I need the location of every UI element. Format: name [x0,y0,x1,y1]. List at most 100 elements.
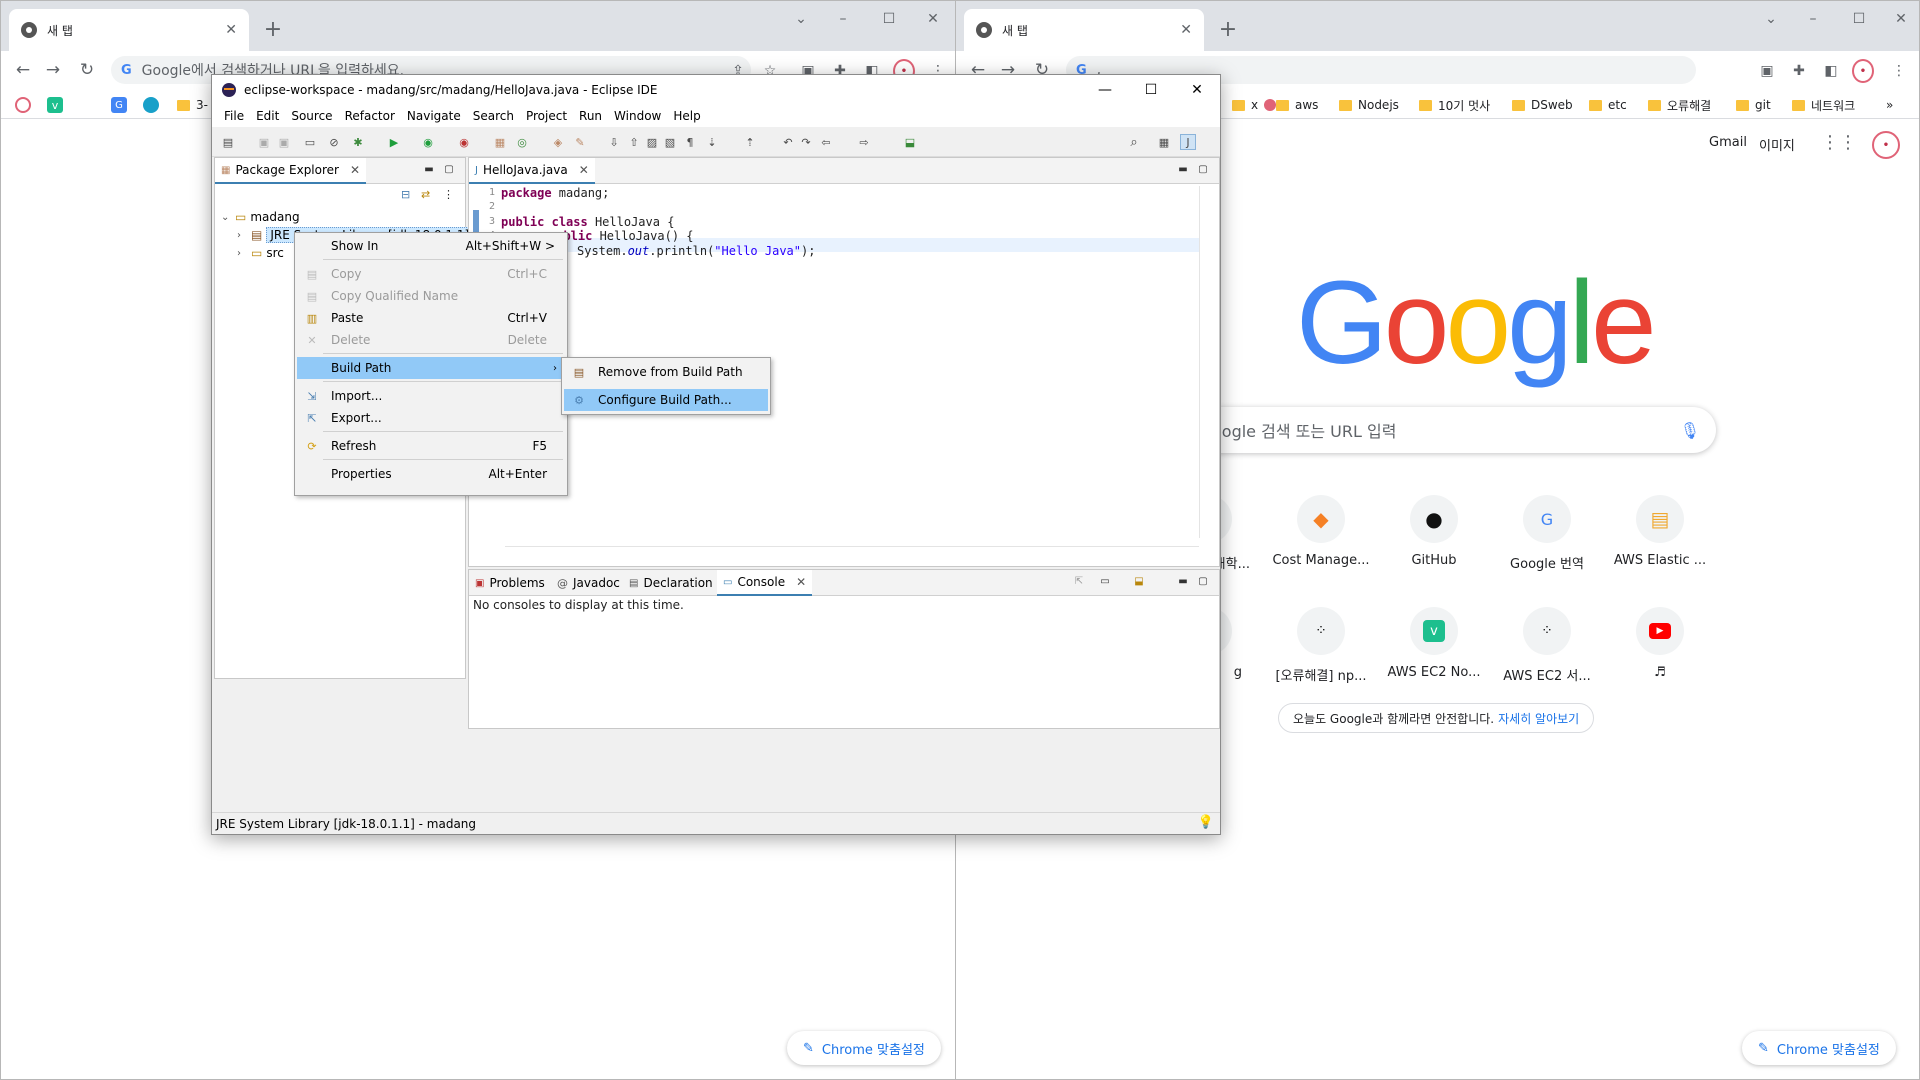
save-icon[interactable]: ▣ [256,134,272,150]
profile-avatar-large[interactable]: • [1872,131,1900,159]
search-icon[interactable]: ⌕ [1126,134,1142,150]
shortcut-tile[interactable]: ◆ Cost Manage... [1265,479,1377,591]
next-annotation-icon[interactable]: ⇣ [704,134,720,150]
redo-nav-icon[interactable]: ↷ [798,134,814,150]
tab-package-explorer[interactable]: ▦ Package Explorer ✕ [215,158,367,184]
open-console-icon[interactable]: ⬓ [1133,575,1145,587]
menu-item-remove-from-build-path[interactable]: ▤ Remove from Build Path [564,361,768,383]
new-icon[interactable]: ▤ [220,134,236,150]
save-all-icon[interactable]: ▣ [276,134,292,150]
minimize-view-icon[interactable]: ▬ [423,163,435,175]
tree-project-madang[interactable]: ⌄ ▭ madang [221,208,300,226]
toggle-mark-icon[interactable]: ▨ [644,134,660,150]
bookmark-edge-icon[interactable] [143,95,159,115]
close-tab-icon[interactable]: ✕ [1180,22,1192,38]
maximize-button[interactable]: ☐ [869,7,909,31]
link-with-editor-icon[interactable]: ⇄ [421,188,430,201]
new-tab-button[interactable]: + [1214,15,1242,43]
annotation-prev-icon[interactable]: ⇧ [626,134,642,150]
reload-button[interactable]: ↻ [73,56,101,84]
collapse-all-icon[interactable]: ⊟ [401,188,410,201]
extensions-icon[interactable]: ✚ [1788,60,1810,82]
forward-button[interactable]: → [39,56,67,84]
pin-console-icon[interactable]: ⇱ [1073,575,1085,587]
bookmark-v-icon[interactable]: v [47,95,63,115]
new-class-icon[interactable]: ◎ [514,134,530,150]
java-perspective-icon[interactable]: J [1180,134,1196,150]
shortcut-tile[interactable]: ▶ ♬ [1604,591,1716,703]
code-line-4[interactable]: public HelloJava() { [549,229,694,244]
minimize-button[interactable]: – [823,7,863,31]
bookmark-item[interactable]: x [1232,95,1277,115]
back-button[interactable]: ← [9,56,37,84]
shortcut-tile[interactable]: G Google 번역 [1491,479,1603,591]
bookmark-folder[interactable]: 오류해결 [1648,95,1711,115]
menu-edit[interactable]: Edit [250,109,285,123]
menu-item-refresh[interactable]: ⟳ Refresh F5 [297,435,565,457]
shortcut-tile[interactable]: ⁘ [오류해결] np... [1265,591,1377,703]
menu-search[interactable]: Search [467,109,520,123]
menu-item-export[interactable]: ⇱ Export... [297,407,565,429]
bookmark-folder-partial[interactable]: 3- [177,95,208,115]
microphone-icon[interactable]: 🎙 [1680,421,1700,440]
apps-grid-icon[interactable]: ⋮⋮ [1821,131,1857,153]
bookmark-folder[interactable]: etc [1589,95,1627,115]
cast-icon[interactable]: ▣ [1756,60,1778,82]
bookmark-folder[interactable]: DSweb [1512,95,1573,115]
minimize-button[interactable]: – [1793,7,1833,31]
menu-project[interactable]: Project [520,109,573,123]
bookmark-folder[interactable]: git [1736,95,1771,115]
tab-hellojava[interactable]: J HelloJava.java ✕ [469,158,595,184]
search-tool-icon[interactable]: ✎ [572,134,588,150]
menu-item-copy-qualified-name[interactable]: ▤ Copy Qualified Name [297,285,565,307]
maximize-view-icon[interactable]: ▢ [1197,575,1209,587]
ntp-search-box[interactable]: oogle 검색 또는 URL 입력 🎙 [1196,407,1716,453]
tab-problems[interactable]: ▣ Problems [469,570,551,596]
minimize-view-icon[interactable]: ▬ [1177,163,1189,175]
close-tab-icon[interactable]: ✕ [796,575,806,589]
forward-nav-icon[interactable]: ⇨ [856,134,872,150]
images-link[interactable]: 이미지 [1759,135,1795,154]
view-menu-icon[interactable]: ⋮ [443,188,454,201]
block-selection-icon[interactable]: ▧ [662,134,678,150]
profile-avatar[interactable]: • [1852,59,1874,83]
terminal-icon[interactable]: ▭ [302,134,318,150]
customize-chrome-button[interactable]: ✎ Chrome 맞춤설정 [1742,1031,1896,1065]
menu-source[interactable]: Source [285,109,338,123]
gmail-link[interactable]: Gmail [1709,135,1747,150]
minimize-button[interactable]: — [1082,75,1128,105]
code-line-3[interactable]: public class HelloJava { [501,215,674,230]
side-panel-icon[interactable]: ◧ [1820,60,1842,82]
maximize-button[interactable]: ☐ [1128,75,1174,105]
bookmark-translate-icon[interactable]: G [111,95,127,115]
new-tab-button[interactable]: + [259,15,287,43]
prev-annotation-icon[interactable]: ⇡ [742,134,758,150]
maximize-button[interactable]: ☐ [1839,7,1879,31]
customize-chrome-button[interactable]: ✎ Chrome 맞춤설정 [787,1031,941,1065]
open-perspective-icon[interactable]: ▦ [1156,134,1172,150]
minimize-view-icon[interactable]: ▬ [1177,575,1189,587]
menu-navigate[interactable]: Navigate [401,109,467,123]
tree-src-folder[interactable]: › ▭ src [237,244,284,262]
menu-file[interactable]: File [218,109,250,123]
pin-editor-icon[interactable]: ⬓ [902,134,918,150]
external-tools-icon[interactable]: ◉ [456,134,472,150]
run-icon[interactable]: ▶ [386,134,402,150]
browser-tab[interactable]: 새 탭 ✕ [964,9,1204,51]
bookmark-folder[interactable]: 네트워크 [1792,95,1855,115]
menu-window[interactable]: Window [608,109,667,123]
menu-item-build-path[interactable]: Build Path › [297,357,565,379]
coverage-icon[interactable]: ◉ [420,134,436,150]
tab-search-chevron-icon[interactable]: ⌄ [1751,7,1791,31]
menu-item-properties[interactable]: Properties Alt+Enter [297,463,565,485]
tab-console[interactable]: ▭ Console ✕ [717,570,813,596]
tab-declaration[interactable]: ▤ Declaration [623,570,719,596]
horizontal-scrollbar[interactable] [505,546,1199,558]
code-line-5[interactable]: System.out.println("Hello Java"); [577,244,815,259]
show-whitespace-icon[interactable]: ¶ [682,134,698,150]
close-tab-icon[interactable]: ✕ [579,163,589,177]
code-line-1[interactable]: package madang; [501,186,609,201]
bookmark-app-icon-1[interactable] [15,95,31,115]
menu-item-show-in[interactable]: Show In Alt+Shift+W > [297,235,565,257]
shortcut-tile[interactable]: ● GitHub [1378,479,1490,591]
